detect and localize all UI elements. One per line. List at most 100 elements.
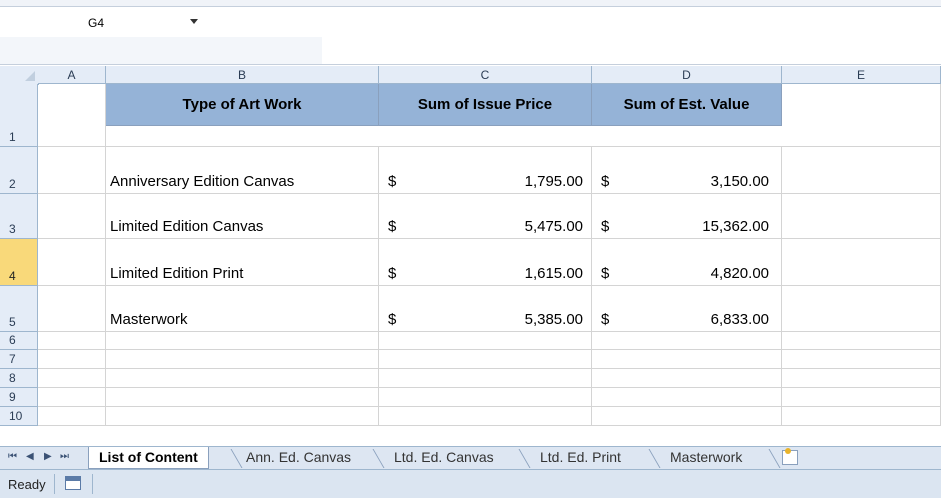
pivot-header-type[interactable]: Type of Art Work (106, 84, 379, 126)
table-row-type[interactable]: Limited Edition Canvas (106, 194, 379, 239)
table-row-type[interactable]: Limited Edition Print (106, 239, 379, 286)
est-value-value: 6,833.00 (710, 311, 769, 328)
row-header-8[interactable]: 8 (0, 369, 38, 388)
last-sheet-icon[interactable]: ⏭ (60, 451, 69, 462)
currency-symbol: $ (601, 218, 610, 235)
cell-b6[interactable] (106, 332, 379, 350)
tab-list-of-content[interactable]: List of Content (88, 447, 209, 469)
row-header-10[interactable]: 10 (0, 407, 38, 426)
cell-c10[interactable] (379, 407, 592, 426)
cell-d4[interactable]: $ 4,820.00 (592, 239, 782, 286)
cell-c8[interactable] (379, 369, 592, 388)
status-bar: Ready (0, 469, 941, 498)
cell-e4[interactable] (782, 239, 941, 286)
tab-ltd-ed-canvas[interactable]: Ltd. Ed. Canvas (384, 447, 504, 468)
cell-a4[interactable] (38, 239, 106, 286)
insert-sheet-icon[interactable] (782, 448, 798, 465)
cell-a9[interactable] (38, 388, 106, 407)
currency-symbol: $ (601, 265, 610, 282)
formula-buttons: fx (206, 7, 506, 38)
cell-d3[interactable]: $ 15,362.00 (592, 194, 782, 239)
column-header-a[interactable]: A (38, 66, 106, 84)
cell-c5[interactable]: $ 5,385.00 (379, 286, 592, 332)
row-header-1[interactable]: 1 (0, 84, 38, 147)
est-value-value: 4,820.00 (710, 265, 769, 282)
row-header-9[interactable]: 9 (0, 388, 38, 407)
row-header-3[interactable]: 3 (0, 194, 38, 239)
tab-divider (768, 449, 781, 468)
cell-a5[interactable] (38, 286, 106, 332)
cell-a2[interactable] (38, 147, 106, 194)
cell-c7[interactable] (379, 350, 592, 369)
pivot-header-est-value[interactable]: Sum of Est. Value (592, 84, 782, 126)
cell-d2[interactable]: $ 3,150.00 (592, 147, 782, 194)
tab-divider (648, 449, 661, 468)
cell-a7[interactable] (38, 350, 106, 369)
cell-b10[interactable] (106, 407, 379, 426)
cell-a1[interactable] (38, 84, 106, 147)
cell-e10[interactable] (782, 407, 941, 426)
row-header-7[interactable]: 7 (0, 350, 38, 369)
currency-symbol: $ (388, 311, 397, 328)
chevron-down-icon[interactable] (190, 19, 198, 24)
prev-sheet-icon[interactable]: ◀ (26, 451, 34, 462)
status-divider (54, 474, 55, 494)
tab-divider (518, 449, 531, 468)
row-header-2[interactable]: 2 (0, 147, 38, 194)
cell-c6[interactable] (379, 332, 592, 350)
table-row-type[interactable]: Anniversary Edition Canvas (106, 147, 379, 194)
cell-e7[interactable] (782, 350, 941, 369)
cell-d8[interactable] (592, 369, 782, 388)
formula-input[interactable] (322, 7, 941, 65)
formula-bar-spacer (0, 37, 323, 65)
cell-e2[interactable] (782, 147, 941, 194)
row-header-6[interactable]: 6 (0, 332, 38, 350)
column-header-e[interactable]: E (782, 66, 941, 84)
cell-c2[interactable]: $ 1,795.00 (379, 147, 592, 194)
cell-a6[interactable] (38, 332, 106, 350)
cell-b7[interactable] (106, 350, 379, 369)
row-header-5[interactable]: 5 (0, 286, 38, 332)
cell-d5[interactable]: $ 6,833.00 (592, 286, 782, 332)
name-box-value: G4 (88, 16, 105, 30)
cell-c3[interactable]: $ 5,475.00 (379, 194, 592, 239)
tab-masterwork[interactable]: Masterwork (660, 447, 752, 468)
cell-e3[interactable] (782, 194, 941, 239)
tab-ann-ed-canvas[interactable]: Ann. Ed. Canvas (236, 447, 361, 468)
row-header-4[interactable]: 4 (0, 239, 38, 286)
name-box[interactable]: G4 (0, 7, 207, 38)
cell-c9[interactable] (379, 388, 592, 407)
cell-b9[interactable] (106, 388, 379, 407)
table-row-type[interactable]: Masterwork (106, 286, 379, 332)
cell-e6[interactable] (782, 332, 941, 350)
first-sheet-icon[interactable]: ⏮ (8, 451, 17, 462)
issue-price-value: 1,795.00 (524, 173, 583, 190)
cell-e1[interactable] (782, 84, 941, 147)
cell-d9[interactable] (592, 388, 782, 407)
cell-a10[interactable] (38, 407, 106, 426)
column-header-d[interactable]: D (592, 66, 782, 84)
cell-d6[interactable] (592, 332, 782, 350)
tab-divider (372, 449, 385, 468)
currency-symbol: $ (388, 218, 397, 235)
cell-e9[interactable] (782, 388, 941, 407)
cell-c4[interactable]: $ 1,615.00 (379, 239, 592, 286)
cell-b8[interactable] (106, 369, 379, 388)
cell-d7[interactable] (592, 350, 782, 369)
cell-a8[interactable] (38, 369, 106, 388)
currency-symbol: $ (601, 311, 610, 328)
cell-a3[interactable] (38, 194, 106, 239)
cell-e5[interactable] (782, 286, 941, 332)
issue-price-value: 5,385.00 (524, 311, 583, 328)
column-header-b[interactable]: B (106, 66, 379, 84)
cell-e8[interactable] (782, 369, 941, 388)
worksheet-grid[interactable]: A B C D E 1 2 3 4 5 6 7 8 9 10 Type of A… (0, 66, 941, 446)
macro-record-icon[interactable] (65, 476, 81, 490)
pivot-header-issue-price[interactable]: Sum of Issue Price (379, 84, 592, 126)
cell-d10[interactable] (592, 407, 782, 426)
next-sheet-icon[interactable]: ▶ (44, 451, 52, 462)
select-all-button[interactable] (0, 66, 39, 85)
est-value-value: 15,362.00 (702, 218, 769, 235)
tab-ltd-ed-print[interactable]: Ltd. Ed. Print (530, 447, 631, 468)
column-header-c[interactable]: C (379, 66, 592, 84)
